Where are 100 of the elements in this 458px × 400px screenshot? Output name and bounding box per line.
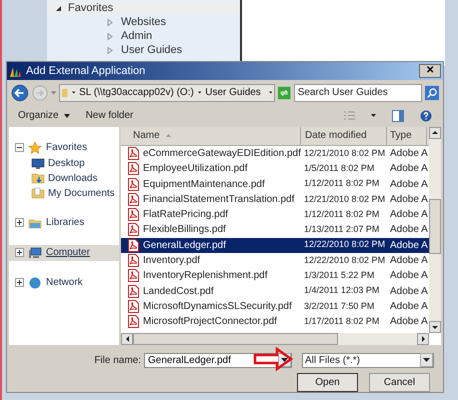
file-type: Adobe A [389, 192, 427, 207]
arrow-annotation-icon [253, 347, 293, 372]
computer-icon [28, 246, 42, 260]
caret-icon[interactable] [371, 114, 376, 118]
file-row[interactable]: eCommerceGatewayEDIEdition.pdf 12/21/2010 8:02 PM Adobe A [121, 146, 429, 162]
folder-icon [31, 186, 45, 200]
file-row[interactable]: GeneralLedger.pdf 12/22/2010 8:02 PM Adobe A [121, 238, 429, 253]
file-row[interactable]: LandedCost.pdf 1/4/2011 12:03 PM Adobe A [121, 283, 429, 299]
pdf-file-icon [127, 300, 140, 313]
tree-item[interactable]: User Guides [121, 42, 182, 58]
file-type: Adobe A [389, 238, 427, 253]
scroll-left-icon[interactable] [126, 336, 128, 342]
file-row[interactable]: FlatRatePricing.pdf 1/12/2011 8:02 PM Adobe A [121, 206, 429, 222]
search-icon[interactable] [424, 84, 439, 101]
file-row[interactable]: Inventory.pdf 12/22/2010 8:02 PM Adobe A [121, 252, 429, 268]
file-row[interactable]: FinancialStatementTranslation.pdf 12/21/2010 8:02 PM Adobe A [121, 192, 429, 207]
caret-icon [281, 358, 288, 362]
open-button[interactable]: Open [297, 372, 358, 392]
expand-icon[interactable] [15, 248, 24, 258]
file-name-field[interactable]: GeneralLedger.pdf [144, 352, 292, 368]
file-type: Adobe A [389, 315, 427, 330]
breadcrumb-segment[interactable]: SL (\\tg30accapp02v) (O:) [79, 85, 194, 100]
pdf-file-icon [127, 223, 140, 236]
expand-icon[interactable] [15, 278, 24, 288]
scroll-up-icon[interactable] [432, 131, 438, 134]
globe-icon [28, 276, 42, 290]
collapse-icon[interactable] [15, 143, 24, 152]
preview-pane-icon[interactable] [392, 110, 404, 122]
file-row[interactable]: MicrosoftProjectConnector.pdf 1/17/2011 8:02 PM Adobe A [121, 314, 429, 330]
caret-icon[interactable] [198, 91, 202, 94]
breadcrumb-segment[interactable]: User Guides [205, 85, 261, 100]
column-header[interactable]: Name [121, 126, 301, 145]
cancel-button[interactable]: Cancel [369, 372, 430, 392]
file-row[interactable]: InventoryReplenishment.pdf 1/3/2011 5:22 PM Adobe A [121, 268, 429, 284]
nav-item[interactable]: Favorites [46, 140, 88, 156]
star-icon [28, 140, 42, 155]
date-modified: 12/21/2010 8:02 PM [303, 192, 386, 206]
new-folder-button[interactable]: New folder [86, 108, 134, 124]
file-type: Adobe A [389, 300, 427, 314]
file-type: Adobe A [389, 162, 427, 176]
file-row[interactable]: EmployeeUtilization.pdf 1/5/2011 8:02 PM Adobe A [121, 161, 429, 176]
expand-icon[interactable] [15, 218, 24, 228]
date-modified: 1/17/2011 8:02 PM [303, 314, 380, 328]
column-header[interactable]: Date modified [301, 126, 387, 145]
pdf-file-icon [127, 192, 140, 206]
caret-icon [423, 358, 430, 362]
file-type-dropdown[interactable]: All Files (*.*) [302, 352, 434, 368]
sort-arrow-icon [166, 134, 171, 138]
desktop-icon [31, 156, 45, 170]
file-name: MicrosoftDynamicsSLSecurity.pdf [143, 300, 292, 314]
file-type: Adobe A [389, 146, 427, 161]
address-bar[interactable]: SL (\\tg30accapp02v) (O:) User Guides [59, 84, 276, 102]
file-type: Adobe A [389, 178, 427, 192]
dropdown-button[interactable] [420, 353, 433, 368]
date-modified: 1/4/2011 12:03 PM [303, 284, 380, 298]
tree-item[interactable]: Websites [121, 14, 166, 30]
nav-item[interactable]: Desktop [48, 156, 85, 171]
date-modified: 1/13/2011 2:07 PM [303, 223, 380, 236]
organize-button[interactable]: Organize [18, 108, 70, 124]
file-name: Inventory.pdf [143, 254, 200, 268]
file-name: eCommerceGatewayEDIEdition.pdf [143, 146, 301, 161]
file-row[interactable]: EquipmentMaintenance.pdf 1/12/2011 8:02 PM Adobe A [121, 176, 429, 192]
file-name: GeneralLedger.pdf [143, 238, 226, 253]
horizontal-scrollbar[interactable] [121, 333, 429, 346]
file-name: EquipmentMaintenance.pdf [143, 178, 265, 192]
help-icon[interactable] [420, 110, 432, 122]
file-type: Adobe A [389, 284, 427, 299]
nav-item[interactable]: My Documents [48, 186, 115, 201]
close-button[interactable]: ✕ [419, 64, 441, 78]
field-label: File name: [93, 354, 141, 368]
nav-item[interactable]: Libraries [46, 215, 84, 230]
file-row[interactable]: MicrosoftDynamicsSLSecurity.pdf 3/2/2011 7:50 PM Adobe A [121, 298, 429, 314]
file-type: Adobe A [389, 269, 427, 284]
folder-icon [62, 86, 68, 99]
scroll-right-icon[interactable] [422, 336, 424, 342]
pdf-file-icon [127, 208, 140, 222]
caret-icon [64, 114, 70, 118]
back-icon[interactable] [11, 82, 29, 103]
file-row[interactable]: FlexibleBillings.pdf 1/13/2011 2:07 PM Adobe A [121, 222, 429, 238]
search-field[interactable]: Search User Guides [294, 84, 422, 102]
tree-item[interactable]: Admin [121, 28, 152, 44]
file-name: EmployeeUtilization.pdf [143, 162, 248, 176]
pdf-file-icon [127, 178, 140, 191]
pdf-file-icon [127, 315, 140, 328]
scroll-down-icon[interactable] [432, 326, 438, 329]
column-header[interactable]: Type [387, 126, 427, 145]
date-modified: 12/21/2010 8:02 PM [303, 146, 386, 160]
refresh-icon[interactable] [278, 86, 291, 100]
vertical-scrollbar[interactable] [429, 126, 441, 334]
file-name: MicrosoftProjectConnector.pdf [143, 315, 277, 330]
file-name: LandedCost.pdf [143, 284, 214, 299]
nav-item[interactable]: Network [46, 275, 83, 290]
date-modified: 1/12/2011 8:02 PM [303, 177, 380, 190]
nav-item[interactable]: Downloads [48, 170, 98, 186]
caret-icon[interactable] [72, 91, 76, 94]
date-modified: 12/22/2010 8:02 PM [303, 238, 386, 252]
window-title: Add External Application [26, 64, 146, 79]
collapse-arrow-icon[interactable] [55, 4, 62, 12]
caret-icon[interactable] [268, 91, 272, 94]
pdf-file-icon [127, 162, 140, 176]
